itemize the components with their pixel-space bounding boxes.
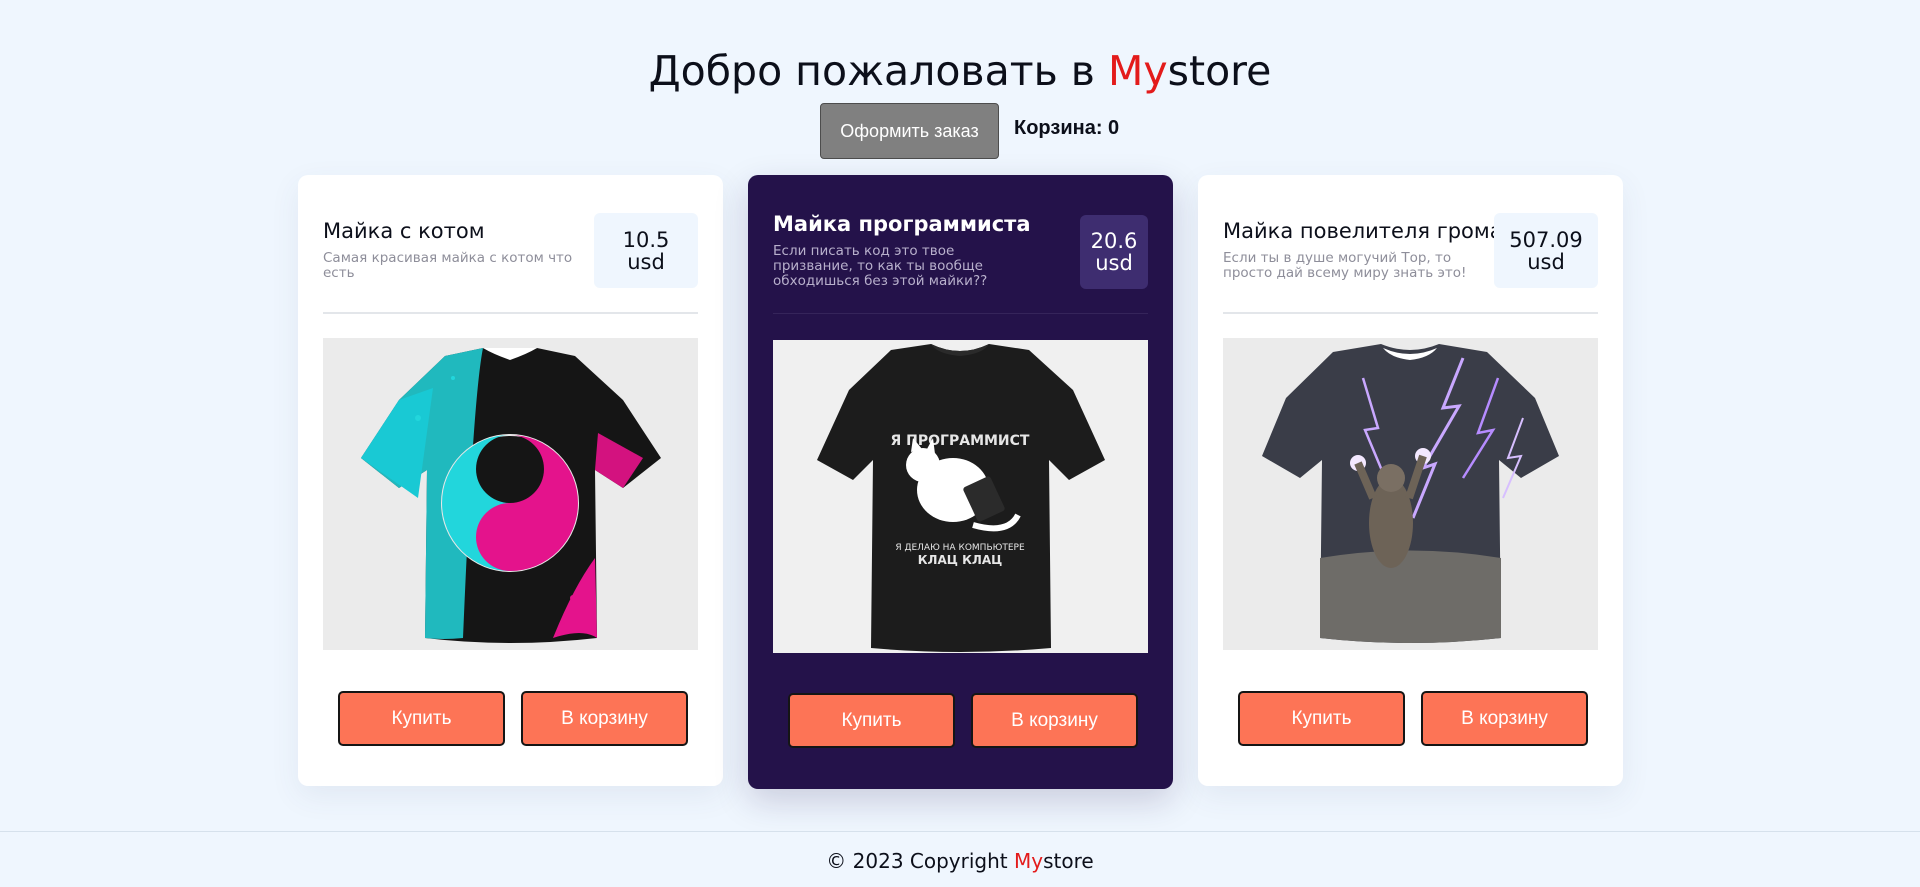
price-currency: usd bbox=[1095, 251, 1133, 275]
tshirt-programmer-icon: Я ПРОГРАММИСТ Я ДЕЛАЮ НА КОМПЬЮТЕРЕ КЛАЦ… bbox=[773, 340, 1148, 653]
add-to-cart-button[interactable]: В корзину bbox=[971, 693, 1138, 748]
product-title: Майка программиста bbox=[773, 212, 1031, 236]
shirt-print-line2: Я ДЕЛАЮ НА КОМПЬЮТЕРЕ bbox=[895, 543, 1025, 553]
product-card-cat: Майка с котом Самая красивая майка с кот… bbox=[298, 175, 723, 786]
product-image-programmer-cat: Я ПРОГРАММИСТ Я ДЕЛАЮ НА КОМПЬЮТЕРЕ КЛАЦ… bbox=[773, 340, 1148, 653]
copyright-text: © 2023 Copyright Mystore bbox=[0, 848, 1920, 874]
store-page: Добро пожаловать в Mystore Оформить зака… bbox=[0, 0, 1920, 887]
brand-store: store bbox=[1167, 47, 1272, 95]
tshirt-yin-yang-icon bbox=[323, 338, 698, 650]
shirt-print-line1: Я ПРОГРАММИСТ bbox=[891, 433, 1030, 449]
buy-button[interactable]: Купить bbox=[1238, 691, 1405, 746]
price-value: 10.5 bbox=[622, 227, 670, 252]
brand-my: My bbox=[1108, 47, 1168, 95]
footer-brand-store: store bbox=[1043, 849, 1094, 873]
add-to-cart-button[interactable]: В корзину bbox=[521, 691, 688, 746]
price-badge: 10.5 usd bbox=[594, 213, 698, 288]
price-value: 20.6 bbox=[1090, 229, 1138, 253]
price-badge: 507.09 usd bbox=[1494, 213, 1598, 288]
card-divider bbox=[773, 313, 1148, 314]
price-currency: usd bbox=[627, 249, 665, 274]
product-image-lightning-cat bbox=[1223, 338, 1598, 650]
product-title: Майка повелителя грома bbox=[1223, 219, 1503, 243]
card-divider bbox=[323, 312, 698, 314]
page-title: Добро пожаловать в Mystore bbox=[0, 44, 1920, 98]
price-currency: usd bbox=[1527, 249, 1565, 274]
product-card-thunder: Майка повелителя грома Если ты в душе мо… bbox=[1198, 175, 1623, 786]
add-to-cart-button[interactable]: В корзину bbox=[1421, 691, 1588, 746]
footer: © 2023 Copyright Mystore bbox=[0, 831, 1920, 887]
product-card-programmer: Майка программиста Если писать код это т… bbox=[748, 175, 1173, 789]
product-description: Самая красивая майка с котом что есть bbox=[323, 250, 573, 281]
product-description: Если ты в душе могучий Тор, то просто да… bbox=[1223, 250, 1467, 281]
price-value: 507.09 bbox=[1509, 227, 1583, 252]
buy-button[interactable]: Купить bbox=[788, 693, 955, 748]
tshirt-lightning-icon bbox=[1223, 338, 1598, 650]
price-badge: 20.6 usd bbox=[1080, 215, 1148, 289]
product-description: Если писать код это твое призвание, то к… bbox=[773, 243, 988, 289]
footer-brand-my: My bbox=[1014, 849, 1044, 873]
card-divider bbox=[1223, 312, 1598, 314]
copyright-prefix: © 2023 Copyright bbox=[826, 849, 1014, 873]
buy-button[interactable]: Купить bbox=[338, 691, 505, 746]
cart-counter: Корзина: 0 bbox=[1014, 117, 1120, 139]
product-image-yin-yang-cats bbox=[323, 338, 698, 650]
checkout-button[interactable]: Оформить заказ bbox=[820, 103, 999, 159]
product-title: Майка с котом bbox=[323, 219, 485, 243]
shirt-print-line3: КЛАЦ КЛАЦ bbox=[918, 553, 1003, 567]
title-prefix: Добро пожаловать в bbox=[648, 47, 1108, 95]
